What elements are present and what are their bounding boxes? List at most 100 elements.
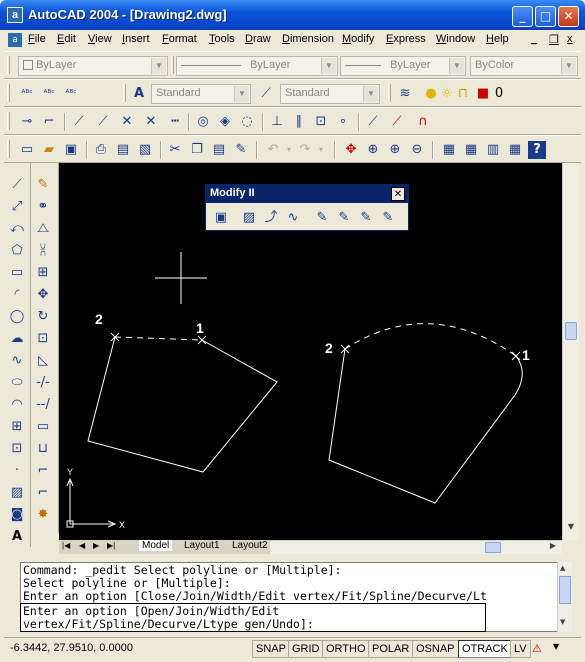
edit-spline-icon[interactable]: ∿ [283,208,303,228]
snap-center-icon[interactable]: ◎ [194,113,212,131]
plot-preview-icon[interactable]: ▤ [114,141,132,159]
spline-icon[interactable]: ∿ [7,351,27,371]
snap-midpoint-icon[interactable]: ⟋ [94,113,112,131]
mirror-icon[interactable]: ⧍ [33,219,53,239]
fillet-icon[interactable]: ⌐ [33,483,53,503]
ellipse-arc-icon[interactable]: ◠ [7,395,27,415]
snap-intersection-icon[interactable]: ✕ [118,113,136,131]
pan-realtime-icon[interactable]: ✥ [342,141,360,159]
tab-model[interactable]: Model [139,540,173,551]
text-abcd-icon[interactable]: ᴬᴮᶜ [40,85,58,103]
layers-icon[interactable]: ≋ [396,85,414,103]
hatch-icon[interactable]: ▨ [7,483,27,503]
rotate-icon[interactable]: ↻ [33,307,53,327]
block-attribute-manager-icon[interactable]: ✎ [334,208,354,228]
chevron-down-icon[interactable]: ▼ [363,86,378,102]
snap-insert-icon[interactable]: ⊡ [312,113,330,131]
multiline-text-icon[interactable]: A [7,527,27,547]
text-style-icon[interactable]: A [130,85,148,103]
temp-tracking-icon[interactable]: ⊸ [18,113,36,131]
insert-block-icon[interactable]: ⊞ [7,417,27,437]
break-icon[interactable]: ▭ [33,417,53,437]
chevron-down-icon[interactable]: ▼ [561,58,576,74]
text-abc-icon[interactable]: ᴬᴮᶜ [18,85,36,103]
chamfer-icon[interactable]: ⌐ [33,461,53,481]
text-style-combo[interactable]: Standard ▼ [151,84,251,104]
array-icon[interactable]: ⊞ [33,263,53,283]
polygon-icon[interactable]: ⬠ [7,241,27,261]
menu-window[interactable]: Window [436,33,475,45]
menu-format[interactable]: Format [162,33,197,45]
stretch-icon[interactable]: ◺ [33,351,53,371]
comm-center-icon[interactable]: ⚠ [532,642,542,655]
toolbar-grip[interactable] [7,112,10,130]
sync-attributes-icon[interactable]: ✎ [356,208,376,228]
modify-ii-palette[interactable]: Modify II ✕ ▣ ▨ ⤴ ∿ ✎ ✎ ✎ ✎ [205,184,409,231]
snap-node-icon[interactable]: ∘ [334,113,352,131]
extract-attributes-icon[interactable]: ✎ [378,208,398,228]
title-bar[interactable]: a AutoCAD 2004 - [Drawing2.dwg] _ □ ✕ [0,0,585,30]
lock-icon[interactable]: ⊓ [454,85,472,103]
palette-title[interactable]: Modify II [206,185,408,203]
tab-last-icon[interactable]: ▶| [107,541,115,550]
design-center-icon[interactable]: ▦ [462,141,480,159]
menu-view[interactable]: View [88,33,112,45]
properties-icon[interactable]: ▦ [440,141,458,159]
save-icon[interactable]: ▣ [62,141,80,159]
scroll-thumb[interactable] [559,576,571,604]
chevron-down-icon[interactable]: ▼ [321,58,336,74]
erase-icon[interactable]: ✎ [33,175,53,195]
line-icon[interactable]: ⟋ [7,175,27,195]
menu-dimension[interactable]: Dimension [282,33,334,45]
snap-from-icon[interactable]: ⌐ [40,113,58,131]
maximize-button[interactable]: □ [535,6,556,27]
polyline-icon[interactable]: ⤺ [7,219,27,239]
osnap-settings-icon[interactable]: ∩ [414,113,432,131]
coordinate-readout[interactable]: -6.3442, 27.9510, 0.0000 [10,642,133,654]
status-menu-arrow-icon[interactable]: ▼ [553,642,559,651]
toolbar-grip[interactable] [7,84,10,102]
horizontal-scrollbar[interactable]: ▶ [270,540,562,554]
scroll-right-arrow-icon[interactable]: ▶ [546,541,560,553]
tab-layout2[interactable]: Layout2 [229,540,271,551]
open-folder-icon[interactable]: ▰ [40,141,58,159]
command-scrollbar[interactable]: ▲ ▼ [557,562,572,632]
menu-modify[interactable]: Modify [342,33,374,45]
text-edit-icon[interactable]: ᴬᴮᶜ [62,85,80,103]
menu-express[interactable]: Express [386,33,426,45]
tab-prev-icon[interactable]: ◀ [79,541,85,550]
scroll-thumb[interactable] [565,322,577,340]
paste-icon[interactable]: ▤ [210,141,228,159]
menu-tools[interactable]: Tools [209,33,235,45]
match-properties-icon[interactable]: ✎ [232,141,250,159]
toolbar-grip[interactable] [123,84,126,102]
command-prompt-input[interactable]: Enter an option [Open/Join/Width/Edit ver… [20,603,486,632]
grid-toggle[interactable]: GRID [288,640,324,658]
publish-icon[interactable]: ▧ [136,141,154,159]
menu-file[interactable]: File [28,33,46,45]
scroll-down-arrow-icon[interactable]: ▼ [565,522,577,536]
otrack-toggle[interactable]: OTRACK [458,640,512,658]
snap-tangent-icon[interactable]: ◌ [238,113,256,131]
document-icon[interactable]: a [8,33,22,47]
edit-polyline-icon[interactable]: ⤴ [261,208,281,228]
snap-extension-icon[interactable]: ┅ [166,113,184,131]
vertical-scrollbar[interactable]: ▼ [562,163,579,540]
doc-restore-button[interactable]: ❐ [549,33,559,46]
join-icon[interactable]: ⊔ [33,439,53,459]
snap-toggle[interactable]: SNAP [252,640,290,658]
snap-none-icon[interactable]: ⟋ [388,113,406,131]
palette-close-button[interactable]: ✕ [391,187,405,201]
snap-nearest-icon[interactable]: ⟋ [364,113,382,131]
menu-edit[interactable]: Edit [57,33,76,45]
autocad-app-icon[interactable]: a [7,7,23,23]
layer-color-combo[interactable]: ByLayer ▼ [18,56,168,76]
cut-icon[interactable]: ✂ [166,141,184,159]
lwt-toggle[interactable]: LV [510,640,531,658]
tab-first-icon[interactable]: |◀ [62,541,70,550]
lineweight-combo[interactable]: ByLayer ▼ [340,56,466,76]
scroll-thumb[interactable] [485,542,501,553]
scale-icon[interactable]: ⊡ [33,329,53,349]
snap-parallel-icon[interactable]: ∥ [290,113,308,131]
rectangle-icon[interactable]: ▭ [7,263,27,283]
